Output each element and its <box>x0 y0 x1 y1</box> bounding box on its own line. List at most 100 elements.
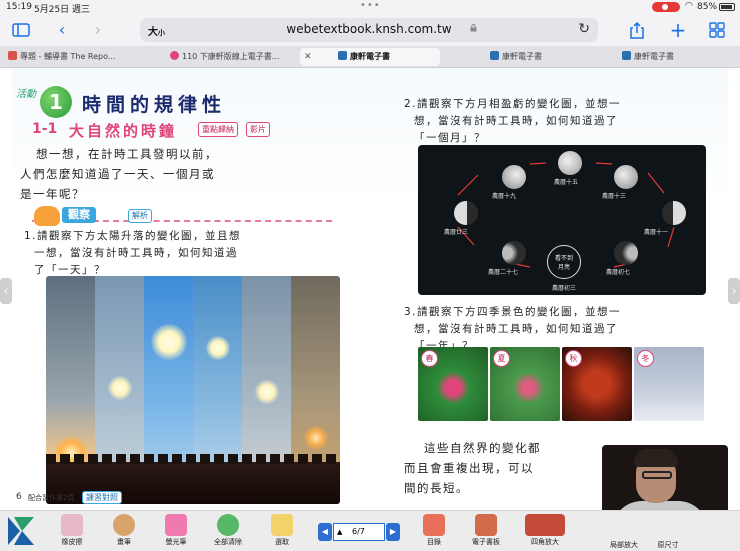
highlighter-tool[interactable]: 螢光筆 <box>156 514 196 547</box>
intro-line: 人們怎麼知道過了一天、一個月或 <box>20 167 215 181</box>
moon-label: 農曆初三 <box>552 285 577 292</box>
eraser-tool[interactable]: 橡皮擦 <box>52 514 92 547</box>
glasses <box>642 471 672 479</box>
lock-icon <box>470 24 477 32</box>
previous-page-arrow-icon[interactable]: ‹ <box>0 278 12 304</box>
analysis-button[interactable]: 解析 <box>128 209 152 223</box>
tab-item[interactable]: 康軒電子書 <box>622 48 722 66</box>
board-tool[interactable]: 電子書板 <box>466 514 506 547</box>
moon-phase <box>614 241 638 265</box>
forward-icon[interactable]: › <box>88 19 108 41</box>
intro-line: 是一年呢？ <box>20 187 85 201</box>
season-badge: 秋 <box>565 350 582 367</box>
activity-number: 1 <box>40 86 72 118</box>
battery-percent: 85% <box>697 2 718 12</box>
page-field[interactable]: ▲ 6/7 <box>333 523 385 541</box>
season-badge: 夏 <box>493 350 510 367</box>
page-indicator: 6/7 <box>352 527 365 536</box>
next-page-button[interactable]: ▶ <box>386 523 400 541</box>
class-reference-button[interactable]: 課習對照 <box>82 491 122 504</box>
address-bar[interactable]: 大小 webetextbook.knsh.com.tw ↻ <box>140 18 598 42</box>
page-note: 配合習作第2頁 <box>28 494 75 502</box>
highlighter-icon <box>165 514 187 536</box>
question-line: 2.請觀察下方月相盈虧的變化圖，並想一 <box>404 98 622 110</box>
new-tab-icon[interactable]: + <box>667 19 689 41</box>
moon-phase <box>454 201 478 225</box>
select-tool[interactable]: 選取 <box>262 514 302 547</box>
book-zoom-icon <box>525 514 565 536</box>
multitask-dots[interactable]: ••• <box>360 0 381 11</box>
moon-label: 農曆十三 <box>602 193 627 200</box>
tab-favicon-icon <box>622 51 631 60</box>
tab-item[interactable]: 110 下康軒版線上電子書... <box>170 48 310 66</box>
season-badge: 冬 <box>637 350 654 367</box>
reload-icon[interactable]: ↻ <box>578 21 590 37</box>
moon-label: 農曆十五 <box>554 179 579 186</box>
browser-toolbar: ‹ › 大小 webetextbook.knsh.com.tw ↻ + <box>0 14 740 46</box>
clear-all-icon <box>217 514 239 536</box>
back-icon[interactable]: ‹ <box>52 19 72 41</box>
tab-item[interactable]: 康軒電子書 <box>490 48 590 66</box>
tabs-overview-icon[interactable] <box>706 19 728 41</box>
corner-zoom-tool[interactable]: 四角放大 <box>522 514 568 547</box>
url-text[interactable]: webetextbook.knsh.com.tw <box>140 22 598 36</box>
tab-bar: 專題 - 輔導書 The Repo... 110 下康軒版線上電子書... ✕ 康… <box>0 46 740 68</box>
tab-favicon-icon <box>8 51 17 60</box>
question-line: 3.請觀察下方四季景色的變化圖，並想一 <box>404 306 622 318</box>
moon-phase-full <box>558 151 582 175</box>
question-line: 想，當沒有計時工具時，如何知道過了 <box>414 323 618 335</box>
logo-icon <box>8 517 34 545</box>
moon-label: 農曆二十七 <box>488 269 519 276</box>
tab-item[interactable]: 專題 - 輔導書 The Repo... <box>8 48 150 66</box>
page-up-icon[interactable]: ▲ <box>337 524 342 540</box>
eraser-icon <box>61 514 83 536</box>
page-navigator: ◀ ▲ 6/7 ▶ <box>318 523 400 541</box>
summary-button[interactable]: 重點歸納 <box>198 122 238 137</box>
palette-icon <box>113 514 135 536</box>
summer-image: 夏 <box>490 347 560 421</box>
page-number: 6 <box>16 492 22 502</box>
ebook-toolbar: 橡皮擦 畫筆 螢光筆 全部清除 選取 ◀ ▲ 6/7 ▶ 目錄 電子書板 四角放… <box>0 510 740 551</box>
pen-tool[interactable]: 畫筆 <box>104 514 144 547</box>
moon-phase <box>502 165 526 189</box>
status-time: 15:19 <box>6 2 32 12</box>
contents-tool[interactable]: 目錄 <box>414 514 454 547</box>
screen-record-icon[interactable] <box>652 2 680 12</box>
close-tab-icon[interactable]: ✕ <box>304 48 312 66</box>
season-badge: 春 <box>421 350 438 367</box>
share-icon[interactable] <box>626 19 648 41</box>
moon-phase <box>662 201 686 225</box>
moon-phase <box>614 165 638 189</box>
clear-all-tool[interactable]: 全部清除 <box>208 514 248 547</box>
moon-label: 農曆初七 <box>606 269 631 276</box>
autumn-image: 秋 <box>562 347 632 421</box>
video-button[interactable]: 影片 <box>246 122 270 137</box>
spring-image: 春 <box>418 347 488 421</box>
activity-label: 活動 <box>16 89 36 100</box>
closing-line: 間的長短。 <box>404 481 469 495</box>
question-line: 一想，當沒有計時工具時，如何知道過 <box>34 247 238 259</box>
closing-line: 這些自然界的變化都 <box>424 441 541 455</box>
intro-line: 想一想，在計時工具發明以前， <box>36 147 218 161</box>
board-icon <box>475 514 497 536</box>
section-number: 1-1 <box>32 121 58 137</box>
question-line: 想，當沒有計時工具時，如何知道過了 <box>414 115 618 127</box>
status-bar: 15:19 5月25日 週三 ••• ◠ 85% <box>0 0 740 15</box>
question-line: 1.請觀察下方太陽升落的變化圖，並且想 <box>24 230 242 242</box>
original-size-tool[interactable]: 原尺寸 <box>648 540 688 550</box>
moon-label: 農曆十一 <box>644 229 669 236</box>
sidebar-icon[interactable] <box>10 19 32 41</box>
tab-favicon-icon <box>338 51 347 60</box>
section-title: 大自然的時鐘 <box>69 122 178 140</box>
local-zoom-tool[interactable]: 局部放大 <box>604 540 644 550</box>
moon-phase <box>502 241 526 265</box>
tab-favicon-icon <box>490 51 499 60</box>
next-page-arrow-icon[interactable]: › <box>728 278 740 304</box>
textbook-page: 活動 1 時間的規律性 1-1 大自然的時鐘 重點歸納 影片 想一想，在計時工具… <box>12 68 728 510</box>
sun-rise-set-image <box>46 276 340 504</box>
moon-phase-diagram: 農曆十五 農曆十三 農曆十九 農曆十一 農曆廿三 農曆初七 農曆二十七 農曆初三… <box>418 145 706 295</box>
prev-page-button[interactable]: ◀ <box>318 523 332 541</box>
wifi-icon: ◠ <box>685 1 693 11</box>
chapter-title: 時間的規律性 <box>82 94 227 116</box>
tab-item-active[interactable]: ✕ 康軒電子書 <box>300 48 440 66</box>
